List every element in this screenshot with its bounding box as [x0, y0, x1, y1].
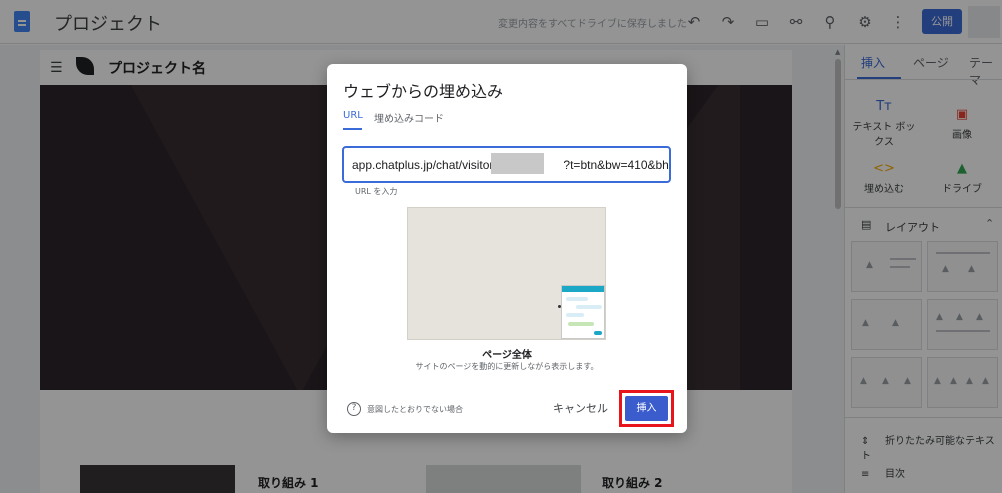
tab-embed-code[interactable]: 埋め込みコード: [374, 110, 444, 125]
dialog-title: ウェブからの埋め込み: [343, 82, 504, 101]
embed-from-web-dialog: ウェブからの埋め込み URL 埋め込みコード URL を入力 ページ全体 サイト…: [327, 64, 687, 433]
preview-caption: ページ全体: [482, 350, 532, 361]
chat-bubble: [566, 313, 584, 317]
embed-preview: [407, 207, 606, 340]
help-icon[interactable]: ?: [347, 402, 361, 416]
chat-widget-preview: [561, 285, 605, 339]
active-tab-indicator: [343, 128, 362, 130]
tab-url[interactable]: URL: [343, 110, 363, 121]
help-link[interactable]: 意図したとおりでない場合: [367, 404, 463, 415]
url-field[interactable]: [342, 146, 671, 183]
preview-description: サイトのページを動的に更新しながら表示します。: [415, 362, 599, 371]
chat-header: [562, 286, 604, 292]
chat-bubble: [566, 297, 588, 301]
chat-bubble: [568, 322, 594, 326]
url-hint: URL を入力: [355, 187, 398, 196]
insert-button-highlight: 挿入: [619, 390, 674, 427]
insert-button[interactable]: 挿入: [625, 396, 668, 421]
chat-send: [594, 331, 602, 335]
redacted-region: [491, 153, 544, 174]
cancel-button[interactable]: キャンセル: [553, 400, 608, 416]
chat-bubble: [576, 305, 602, 309]
